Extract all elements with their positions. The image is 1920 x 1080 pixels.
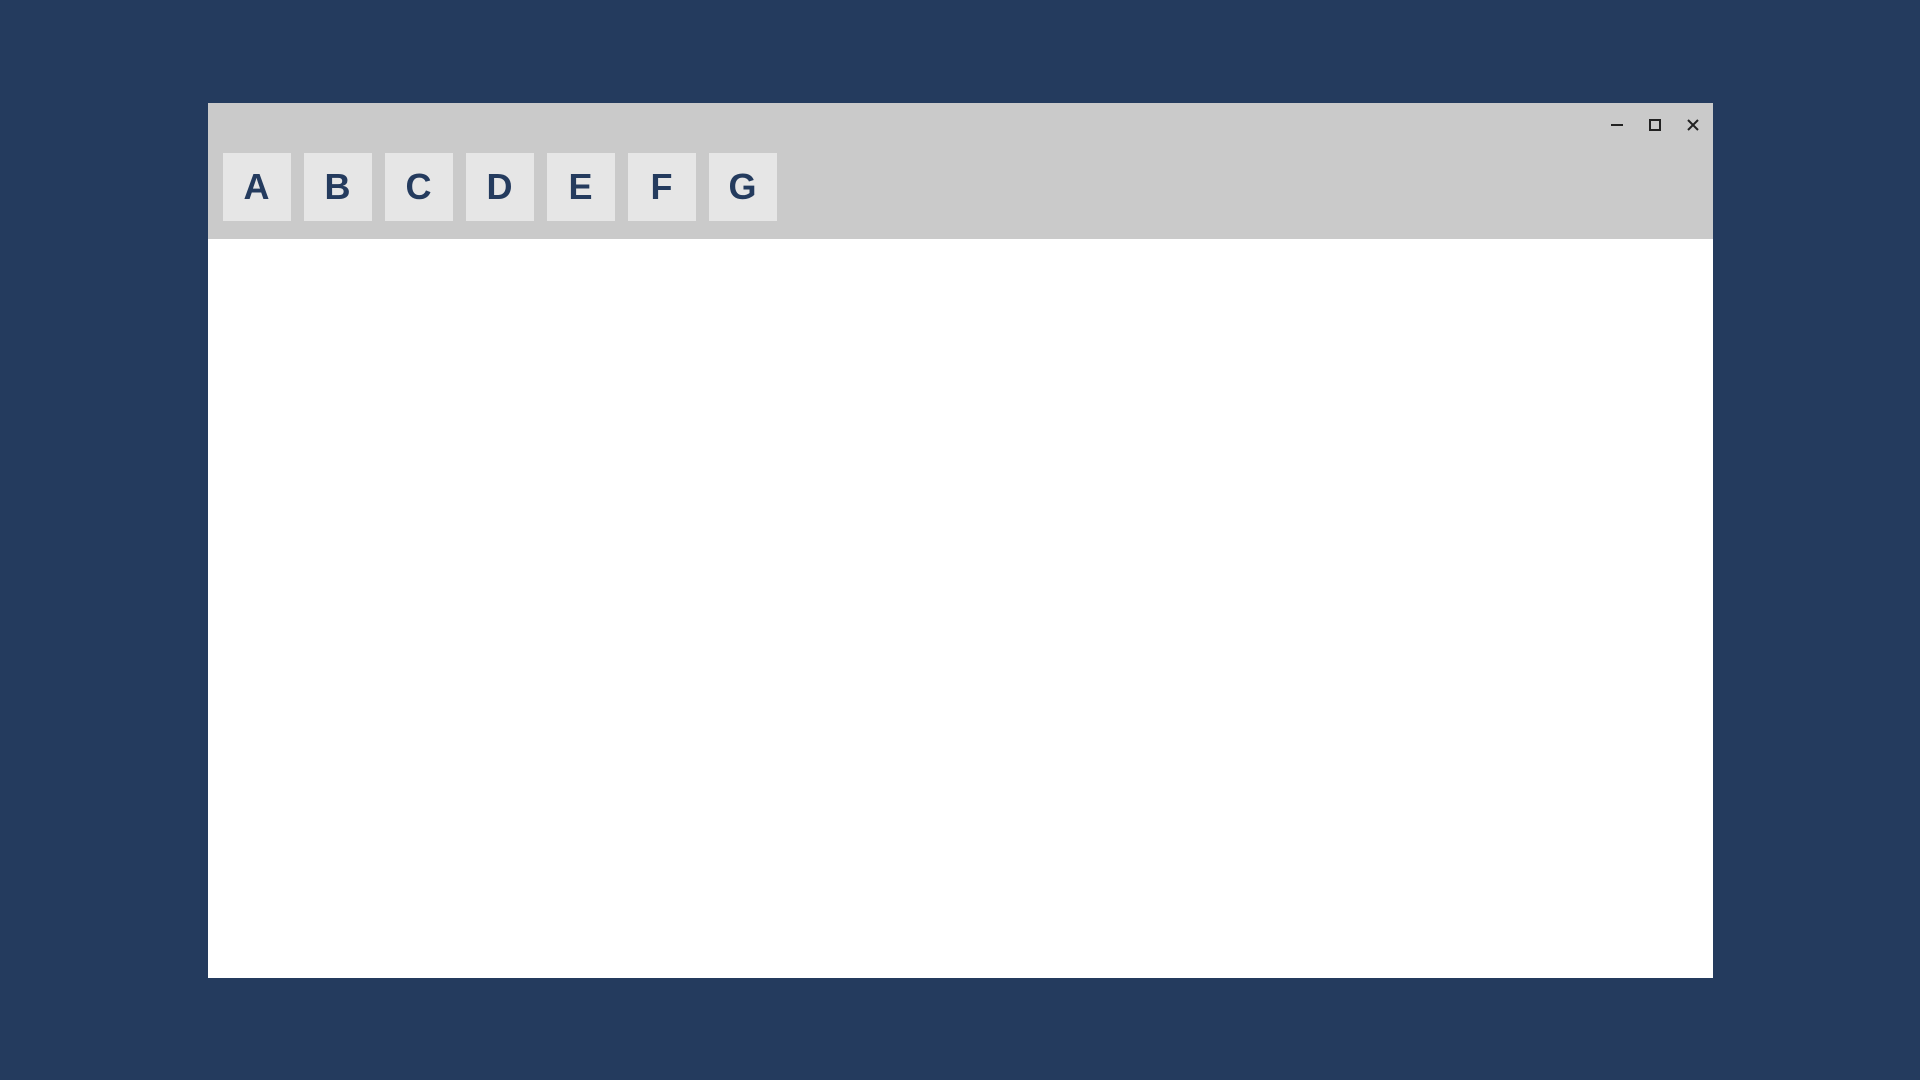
title-bar [208,103,1713,153]
toolbar-button-label: D [487,166,513,208]
toolbar-button-d[interactable]: D [466,153,534,221]
toolbar: A B C D E F G [208,153,1713,239]
toolbar-button-e[interactable]: E [547,153,615,221]
minimize-button[interactable] [1605,116,1629,140]
toolbar-button-label: C [406,166,432,208]
toolbar-button-f[interactable]: F [628,153,696,221]
maximize-icon [1647,117,1663,138]
close-button[interactable] [1681,116,1705,140]
toolbar-button-label: G [728,166,756,208]
toolbar-button-label: A [244,166,270,208]
toolbar-button-g[interactable]: G [709,153,777,221]
maximize-button[interactable] [1643,116,1667,140]
close-icon [1685,117,1701,138]
minimize-icon [1609,117,1625,138]
application-window: A B C D E F G [208,103,1713,978]
toolbar-button-label: F [651,166,673,208]
toolbar-button-label: B [325,166,351,208]
toolbar-button-a[interactable]: A [223,153,291,221]
content-area [208,239,1713,978]
toolbar-button-c[interactable]: C [385,153,453,221]
toolbar-button-label: E [568,166,592,208]
toolbar-button-b[interactable]: B [304,153,372,221]
